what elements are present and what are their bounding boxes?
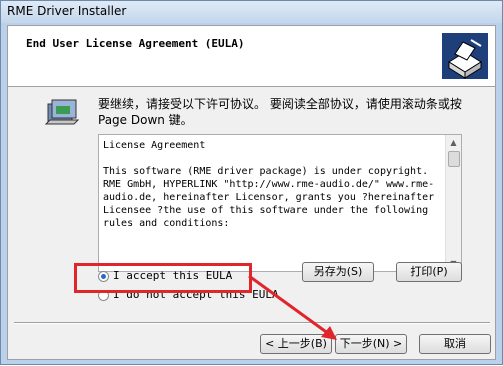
installer-window: RME Driver Installer End User License Ag… bbox=[0, 0, 503, 365]
annotation-arrow bbox=[248, 274, 337, 340]
